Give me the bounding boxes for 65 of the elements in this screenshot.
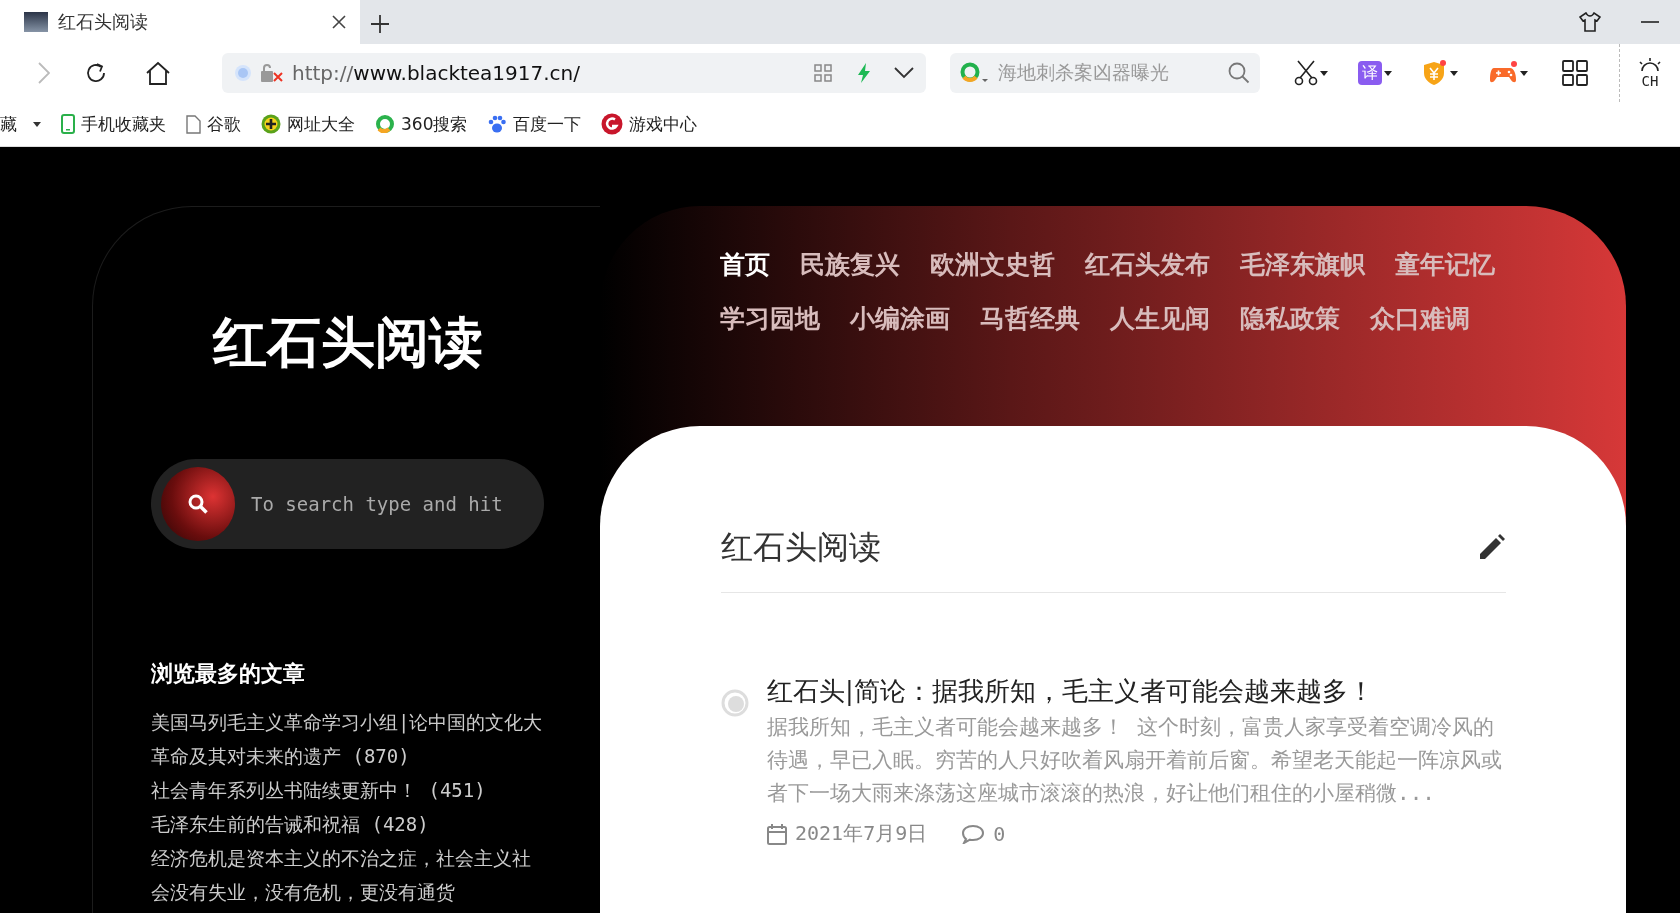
nav-link[interactable]: 欧洲文史哲 (930, 246, 1055, 284)
search-icon[interactable] (1228, 62, 1250, 84)
shirt-icon[interactable] (1579, 12, 1601, 32)
post-excerpt: 据我所知，毛主义者可能会越来越多！ 这个时刻，富贵人家享受着空调冷风的待遇，早已入眠。穷苦的人只好吹着风扇开着前后窗。希望老天能起一阵凉风或者下一场大雨来涤荡这座城市滚滚的热浪，好让他们租住的小屋稍微... (767, 714, 1503, 807)
dropdown-caret-icon[interactable] (33, 121, 41, 127)
search-engine-icon (960, 61, 990, 85)
bookmark-link[interactable]: 谷歌 (186, 112, 241, 136)
popular-post-link[interactable]: 经济危机是资本主义的不治之症，社会主义社会没有失业，没有危机，更没有通货 (151, 841, 544, 909)
document-icon (186, 114, 201, 134)
popular-post-link[interactable]: 社会青年系列丛书陆续更新中！ (451) (151, 773, 544, 807)
plus-circle-icon (261, 114, 281, 134)
input-method-label[interactable]: CH (1641, 73, 1659, 89)
dot-icon (234, 64, 252, 82)
home-icon[interactable] (145, 61, 171, 85)
dropdown-caret-icon[interactable] (1320, 70, 1328, 76)
dropdown-caret-icon[interactable] (1384, 70, 1392, 76)
nav-link[interactable]: 众口难调 (1370, 300, 1470, 338)
search-field[interactable]: To search type and hit (151, 459, 544, 549)
bookmark-folder[interactable]: 藏 (0, 112, 17, 136)
ring-icon (375, 114, 395, 134)
dropdown-caret-icon[interactable] (1450, 70, 1458, 76)
grid-icon[interactable] (1562, 60, 1588, 86)
post-title[interactable]: 红石头|简论：据我所知，毛主义者可能会越来越多！ (767, 671, 1506, 711)
post-format-icon (721, 689, 749, 717)
search-icon[interactable] (187, 493, 209, 515)
site-favicon (24, 12, 48, 32)
comment-icon (961, 823, 986, 844)
close-icon[interactable] (332, 15, 346, 29)
widget-heading: 浏览最多的文章 (151, 659, 306, 688)
nav-link[interactable]: 人生见闻 (1110, 300, 1210, 338)
page-title: 红石头阅读 (721, 527, 881, 568)
phone-icon (61, 114, 75, 134)
bookmark-link[interactable]: 百度一下 (487, 112, 582, 136)
post-date[interactable]: 2021年7月9日 (795, 820, 928, 847)
chevron-down-icon[interactable] (894, 67, 914, 79)
nav-link[interactable]: 毛泽东旗帜 (1240, 246, 1365, 284)
weather-icon[interactable] (1637, 57, 1663, 73)
nav-link[interactable]: 首页 (720, 246, 770, 284)
nav-link[interactable]: 红石头发布 (1085, 246, 1210, 284)
dropdown-caret-icon[interactable] (1520, 70, 1528, 76)
calendar-icon (767, 822, 787, 845)
nav-link[interactable]: 民族复兴 (800, 246, 900, 284)
popular-post-link[interactable]: 毛泽东生前的告诫和祝福 (428) (151, 807, 544, 841)
new-tab-icon[interactable] (370, 14, 390, 34)
bookmark-link[interactable]: 手机收藏夹 (61, 112, 166, 136)
reload-icon[interactable] (84, 61, 108, 85)
nav-link[interactable]: 马哲经典 (980, 300, 1080, 338)
insecure-lock-icon (260, 63, 284, 83)
nav-link[interactable]: 隐私政策 (1240, 300, 1340, 338)
qr-code-icon[interactable] (814, 64, 832, 82)
popular-post-link[interactable]: 美国马列毛主义革命学习小组|论中国的文化大革命及其对未来的遗产 (870) (151, 705, 544, 773)
paw-icon (487, 114, 508, 134)
nav-link[interactable]: 小编涂画 (850, 300, 950, 338)
scissors-icon[interactable] (1294, 60, 1318, 86)
bookmark-link[interactable]: 网址大全 (261, 112, 355, 136)
browser-tab[interactable]: 红石头阅读 (0, 0, 360, 44)
nav-link[interactable]: 童年记忆 (1395, 246, 1495, 284)
nav-link[interactable]: 学习园地 (720, 300, 820, 338)
bookmark-link[interactable]: 360搜索 (375, 112, 468, 136)
bookmark-link[interactable]: 游戏中心 (601, 112, 698, 136)
site-title[interactable]: 红石头阅读 (151, 307, 544, 377)
game-logo-icon (601, 113, 624, 135)
comment-count[interactable]: 0 (993, 821, 1006, 846)
translate-button[interactable]: 译 (1358, 61, 1382, 85)
address-bar[interactable]: http://www.blacktea1917.cn/ (222, 53, 926, 93)
